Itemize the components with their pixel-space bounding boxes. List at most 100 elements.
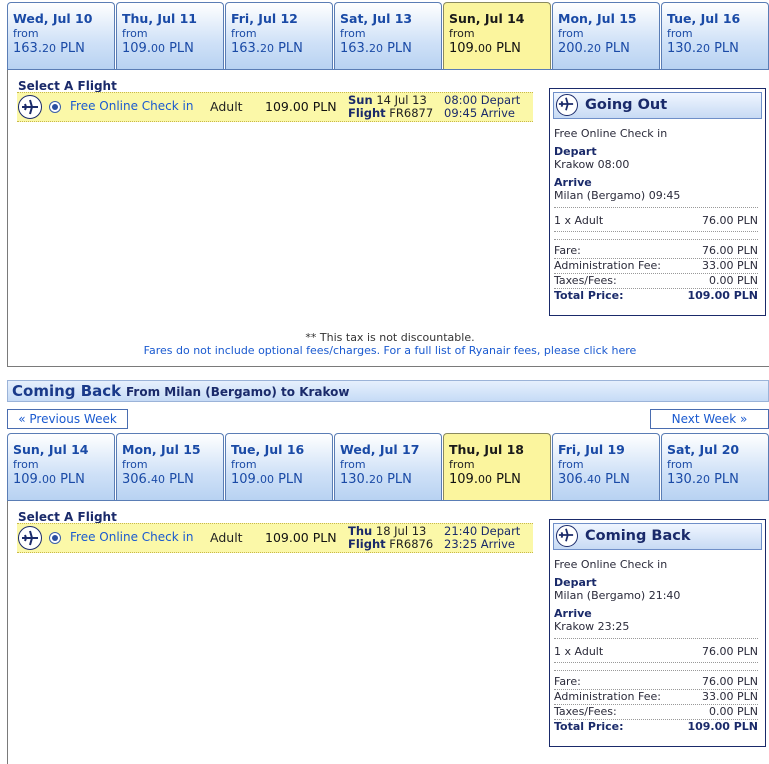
flight-price: 109.00 PLN xyxy=(265,530,337,545)
separator xyxy=(554,207,758,208)
fees-link[interactable]: Fares do not include optional fees/charg… xyxy=(0,344,769,357)
tab-from: from xyxy=(558,27,584,40)
flight-date-info: Sun 14 Jul 13 Flight FR6877 xyxy=(348,93,434,120)
tab-price: 163.20 PLN xyxy=(13,41,85,56)
passenger-price: 76.00 PLN xyxy=(702,645,758,658)
fare-value: 76.00 PLN xyxy=(702,675,758,688)
fare-label: Fare: xyxy=(554,244,581,257)
tab-day: Mon, Jul 15 xyxy=(558,11,637,26)
passenger-count: 1 x Adult xyxy=(554,214,604,227)
admin-fee-label: Administration Fee: xyxy=(554,259,661,272)
date-tab-sat-jul-13[interactable]: Sat, Jul 13 from 163.20 PLN xyxy=(334,2,442,69)
date-tab-sat-jul-20[interactable]: Sat, Jul 20 from 130.20 PLN xyxy=(661,433,769,500)
taxes-label: Taxes/Fees: xyxy=(554,274,617,287)
flight-option-row[interactable]: Free Online Check in Adult 109.00 PLN Su… xyxy=(17,92,533,122)
coming-back-header: Coming Back From Milan (Bergamo) to Krak… xyxy=(7,380,769,402)
date-tab-thu-jul-18-selected[interactable]: Thu, Jul 18 from 109.00 PLN xyxy=(443,433,551,500)
date-tab-sun-jul-14[interactable]: Sun, Jul 14 from 109.00 PLN xyxy=(7,433,115,500)
summary-fare-type: Free Online Check in xyxy=(554,127,668,140)
separator xyxy=(554,638,758,639)
tab-price: 130.20 PLN xyxy=(667,472,739,487)
total-price-value: 109.00 PLN xyxy=(687,720,758,733)
date-tab-tue-jul-16[interactable]: Tue, Jul 16 from 109.00 PLN xyxy=(225,433,333,500)
flight-radio-button[interactable] xyxy=(49,532,61,544)
date-tab-wed-jul-17[interactable]: Wed, Jul 17 from 130.20 PLN xyxy=(334,433,442,500)
depart-label: Depart xyxy=(554,576,597,589)
flight-date-info: Thu 18 Jul 13 Flight FR6876 xyxy=(348,524,434,551)
tab-day: Fri, Jul 19 xyxy=(558,442,625,457)
plane-icon xyxy=(556,525,578,547)
admin-fee-value: 33.00 PLN xyxy=(702,690,758,703)
tab-price: 130.20 PLN xyxy=(667,41,739,56)
tab-price: 130.20 PLN xyxy=(340,472,412,487)
tab-from: from xyxy=(13,27,39,40)
tab-day: Sun, Jul 14 xyxy=(13,442,89,457)
tab-price: 109.00 PLN xyxy=(231,472,303,487)
tab-price: 109.00 PLN xyxy=(449,472,521,487)
plane-icon xyxy=(18,95,42,119)
arrive-value: Krakow 23:25 xyxy=(554,620,630,633)
tab-day: Tue, Jul 16 xyxy=(667,11,741,26)
tab-price: 306.40 PLN xyxy=(122,472,194,487)
tab-price: 306.40 PLN xyxy=(558,472,630,487)
coming-back-route: From Milan (Bergamo) to Krakow xyxy=(126,385,350,399)
tab-day: Thu, Jul 11 xyxy=(122,11,198,26)
depart-value: Krakow 08:00 xyxy=(554,158,630,171)
tab-day: Wed, Jul 17 xyxy=(340,442,420,457)
separator xyxy=(554,239,758,240)
tab-day: Sat, Jul 13 xyxy=(340,11,413,26)
flight-price: 109.00 PLN xyxy=(265,99,337,114)
date-tab-sun-jul-14-selected[interactable]: Sun, Jul 14 from 109.00 PLN xyxy=(443,2,551,69)
tab-price: 109.00 PLN xyxy=(13,472,85,487)
summary-title: Going Out xyxy=(585,97,668,113)
tax-note: ** This tax is not discountable. xyxy=(305,331,475,344)
passenger-price: 76.00 PLN xyxy=(702,214,758,227)
date-tab-fri-jul-12[interactable]: Fri, Jul 12 from 163.20 PLN xyxy=(225,2,333,69)
date-tab-thu-jul-11[interactable]: Thu, Jul 11 from 109.00 PLN xyxy=(116,2,224,69)
date-tab-wed-jul-10[interactable]: Wed, Jul 10 from 163.20 PLN xyxy=(7,2,115,69)
date-tab-mon-jul-15[interactable]: Mon, Jul 15 from 200.20 PLN xyxy=(552,2,660,69)
summary-header: Going Out xyxy=(553,92,762,119)
tab-from: from xyxy=(667,458,693,471)
plane-icon xyxy=(556,94,578,116)
passenger-type: Adult xyxy=(210,530,243,545)
tab-day: Fri, Jul 12 xyxy=(231,11,298,26)
flight-option-row[interactable]: Free Online Check in Adult 109.00 PLN Th… xyxy=(17,523,533,553)
passenger-type: Adult xyxy=(210,99,243,114)
fare-type-label: Free Online Check in xyxy=(70,99,194,113)
date-tab-mon-jul-15[interactable]: Mon, Jul 15 from 306.40 PLN xyxy=(116,433,224,500)
tab-from: from xyxy=(340,458,366,471)
depart-value: Milan (Bergamo) 21:40 xyxy=(554,589,681,602)
total-price-label: Total Price: xyxy=(554,289,624,302)
going-out-summary: Going Out Free Online Check in Depart Kr… xyxy=(549,88,766,316)
arrive-value: Milan (Bergamo) 09:45 xyxy=(554,189,681,202)
previous-week-button[interactable]: « Previous Week xyxy=(7,409,128,429)
flight-times: 21:40 Depart 23:25 Arrive xyxy=(444,524,521,551)
tab-from: from xyxy=(122,27,148,40)
flight-times: 08:00 Depart 09:45 Arrive xyxy=(444,93,521,120)
date-tab-fri-jul-19[interactable]: Fri, Jul 19 from 306.40 PLN xyxy=(552,433,660,500)
tab-day: Sun, Jul 14 xyxy=(449,11,525,26)
separator xyxy=(554,670,758,671)
tab-day: Mon, Jul 15 xyxy=(122,442,201,457)
date-tab-tue-jul-16[interactable]: Tue, Jul 16 from 130.20 PLN xyxy=(661,2,769,69)
tab-from: from xyxy=(13,458,39,471)
panel-bottom-border xyxy=(7,366,769,367)
taxes-value: 0.00 PLN xyxy=(709,274,758,287)
passenger-count: 1 x Adult xyxy=(554,645,604,658)
tab-day: Thu, Jul 18 xyxy=(449,442,525,457)
taxes-label: Taxes/Fees: xyxy=(554,705,617,718)
tab-day: Tue, Jul 16 xyxy=(231,442,305,457)
tab-price: 109.00 PLN xyxy=(122,41,194,56)
select-flight-title: Select A Flight xyxy=(18,510,117,524)
next-week-button[interactable]: Next Week » xyxy=(650,409,769,429)
tab-price: 163.20 PLN xyxy=(231,41,303,56)
outbound-date-tabs: Wed, Jul 10 from 163.20 PLN Thu, Jul 11 … xyxy=(7,2,769,70)
total-price-value: 109.00 PLN xyxy=(687,289,758,302)
flight-radio-button[interactable] xyxy=(49,101,61,113)
arrive-label: Arrive xyxy=(554,607,592,620)
taxes-value: 0.00 PLN xyxy=(709,705,758,718)
summary-header: Coming Back xyxy=(553,523,762,550)
admin-fee-value: 33.00 PLN xyxy=(702,259,758,272)
depart-label: Depart xyxy=(554,145,597,158)
